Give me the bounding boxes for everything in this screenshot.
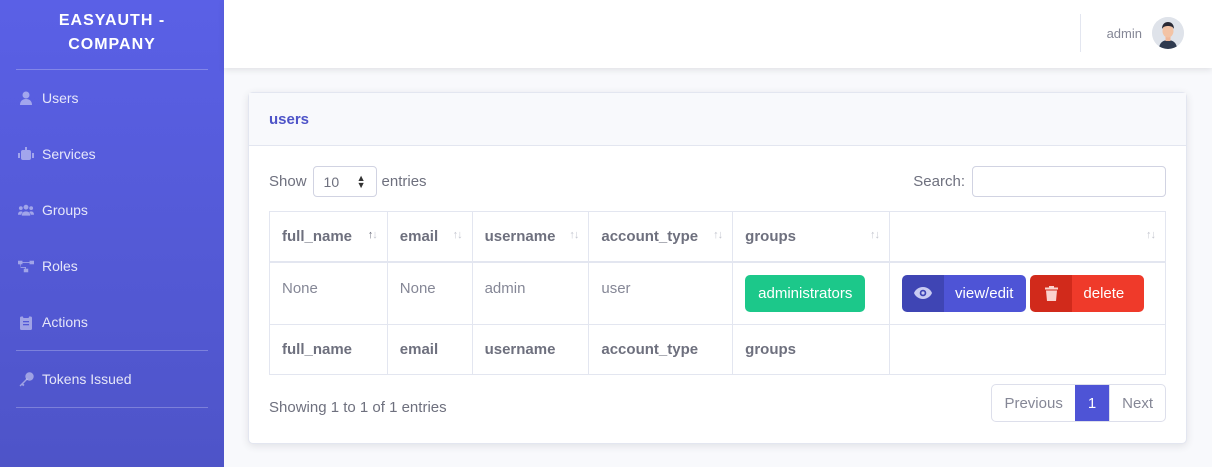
- footer-username: username: [471, 324, 590, 375]
- sort-icon: ↑↓: [713, 229, 723, 241]
- footer-actions: [889, 324, 1166, 375]
- card-header: users: [249, 93, 1186, 146]
- table-info: Showing 1 to 1 of 1 entries: [269, 399, 447, 416]
- sidebar-item-users[interactable]: Users: [0, 70, 224, 126]
- page-1-button[interactable]: 1: [1074, 385, 1110, 421]
- column-header-account-type[interactable]: account_type ↑↓: [588, 211, 734, 263]
- search-label: Search:: [913, 173, 965, 190]
- users-icon: [18, 202, 34, 218]
- sort-icon: ↑↓: [870, 229, 880, 241]
- sort-icon: ↑↓: [569, 229, 579, 241]
- eye-icon: [902, 274, 945, 312]
- table-controls: Show 10 ▲ ▼ entries Search:: [269, 166, 1166, 197]
- cell-username: admin: [471, 261, 590, 325]
- sidebar-divider: [16, 407, 208, 408]
- robot-icon: [18, 146, 34, 162]
- avatar[interactable]: [1152, 17, 1184, 49]
- topbar: admin: [224, 0, 1212, 68]
- user-name[interactable]: admin: [1107, 26, 1142, 41]
- show-label: Show: [269, 173, 307, 190]
- network-icon: [18, 258, 34, 274]
- entries-length: Show 10 ▲ ▼ entries: [269, 166, 427, 197]
- clipboard-icon: [18, 314, 34, 330]
- users-card: users Show 10 ▲ ▼ entries Search: full_na…: [248, 92, 1187, 444]
- cell-full-name: None: [269, 261, 388, 325]
- column-header-email[interactable]: email ↑↓: [386, 211, 473, 263]
- card-title: users: [269, 110, 310, 128]
- sidebar-item-label: Services: [42, 146, 96, 162]
- trash-icon: [1030, 274, 1073, 312]
- entries-select-value: 10: [323, 173, 340, 190]
- cell-actions: view/edit delete: [889, 261, 1166, 325]
- entries-select[interactable]: 10 ▲ ▼: [312, 166, 377, 197]
- sort-icon: ↑↓: [1146, 229, 1156, 241]
- column-header-actions[interactable]: ↑↓: [889, 211, 1166, 263]
- search-input[interactable]: [972, 166, 1166, 197]
- sort-icon: ↑↓: [452, 229, 463, 241]
- sidebar-item-roles[interactable]: Roles: [0, 238, 224, 294]
- group-badge[interactable]: administrators: [745, 274, 866, 312]
- sort-icon: ↑↓: [367, 229, 378, 241]
- row-actions: view/edit delete: [902, 274, 1153, 312]
- sidebar-item-label: Tokens Issued: [42, 371, 132, 387]
- key-icon: [18, 371, 34, 387]
- delete-button[interactable]: delete: [1030, 274, 1145, 312]
- sidebar-item-label: Actions: [42, 314, 88, 330]
- view-edit-button[interactable]: view/edit: [902, 274, 1027, 312]
- sidebar-item-label: Groups: [42, 202, 88, 218]
- table-header-row: full_name ↑↓ email ↑↓ username ↑↓ account_t…: [269, 211, 1166, 263]
- column-header-username[interactable]: username ↑↓: [471, 211, 590, 263]
- brand-line-2: COMPANY: [68, 36, 156, 53]
- sidebar: EASYAUTH - COMPANY Users Services Groups…: [0, 0, 224, 467]
- sidebar-item-groups[interactable]: Groups: [0, 182, 224, 238]
- footer-groups: groups: [732, 324, 891, 375]
- topbar-divider: [1080, 14, 1081, 52]
- previous-button[interactable]: Previous: [992, 385, 1074, 421]
- delete-label: delete: [1072, 274, 1145, 312]
- sidebar-item-label: Users: [42, 90, 79, 106]
- pagination: Previous 1 Next: [991, 384, 1166, 422]
- column-header-full-name[interactable]: full_name ↑↓: [269, 211, 388, 263]
- sidebar-item-actions[interactable]: Actions: [0, 294, 224, 350]
- entries-label: entries: [381, 173, 427, 190]
- next-button[interactable]: Next: [1109, 385, 1165, 421]
- users-table: full_name ↑↓ email ↑↓ username ↑↓ account_t…: [269, 211, 1166, 375]
- sidebar-item-services[interactable]: Services: [0, 126, 224, 182]
- table-footer-row: full_name email username account_type gr…: [269, 324, 1166, 375]
- footer-full-name: full_name: [269, 324, 388, 375]
- cell-account-type: user: [588, 261, 734, 325]
- sidebar-item-label: Roles: [42, 258, 78, 274]
- footer-email: email: [386, 324, 473, 375]
- brand[interactable]: EASYAUTH - COMPANY: [0, 0, 224, 69]
- search-filter: Search:: [913, 166, 1166, 197]
- updown-caret-icon: ▲ ▼: [356, 173, 366, 190]
- cell-groups: administrators: [732, 261, 891, 325]
- user-icon: [18, 90, 34, 106]
- footer-account-type: account_type: [588, 324, 734, 375]
- table-row: None None admin user administrators view…: [269, 261, 1166, 325]
- column-header-groups[interactable]: groups ↑↓: [732, 211, 891, 263]
- brand-line-1: EASYAUTH -: [58, 12, 166, 29]
- sidebar-item-tokens-issued[interactable]: Tokens Issued: [0, 351, 224, 407]
- view-edit-label: view/edit: [944, 274, 1027, 312]
- cell-email: None: [386, 261, 473, 325]
